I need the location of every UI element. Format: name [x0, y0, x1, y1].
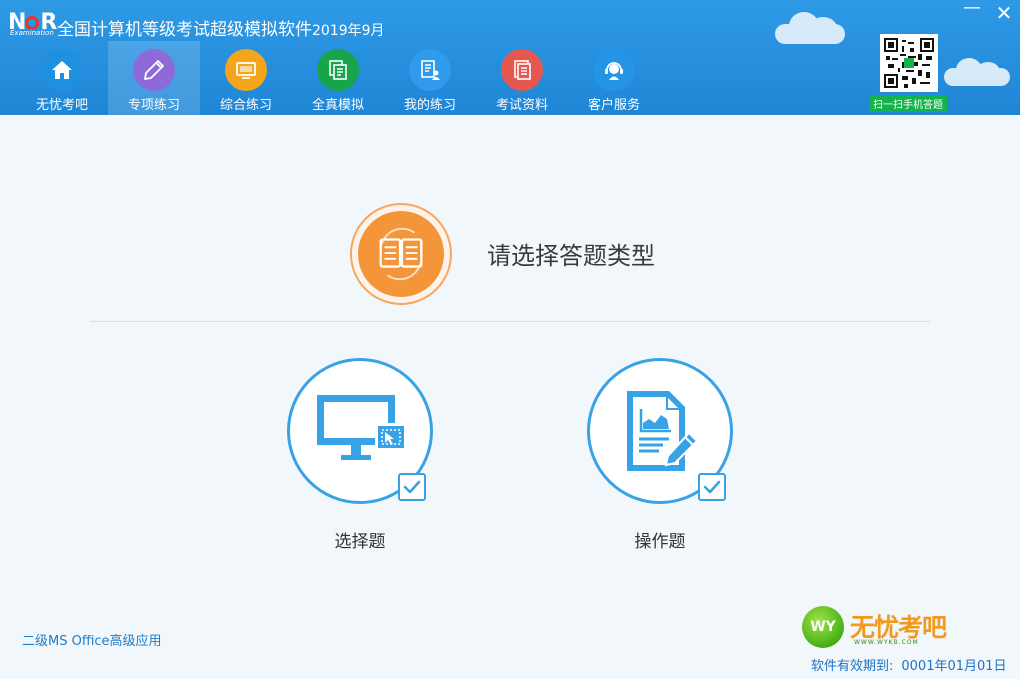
- headset-icon: [593, 49, 635, 91]
- nav-label: 客户服务: [587, 98, 640, 113]
- nav-label: 综合练习: [219, 98, 272, 113]
- nav-label: 专项练习: [127, 98, 180, 113]
- cloud-decoration: [775, 12, 845, 44]
- document-stack-icon: [317, 49, 359, 91]
- expiry-date: 0001年01月01日: [901, 659, 1007, 674]
- pencil-icon: [133, 49, 175, 91]
- documents-icon: [501, 49, 543, 91]
- answer-sheet-icon: [350, 203, 452, 305]
- nav-label: 无忧考吧: [35, 98, 88, 113]
- nav-item-my-practice[interactable]: 我的练习: [384, 41, 476, 115]
- cloud-decoration: [944, 58, 1010, 86]
- nav-label: 我的练习: [403, 98, 456, 113]
- checkbox-icon: [398, 473, 426, 501]
- monitor-icon: [225, 49, 267, 91]
- nav-item-comprehensive-practice[interactable]: 综合练习: [200, 41, 292, 115]
- brand-badge: WY: [802, 606, 844, 648]
- app-title: 全国计算机等级考试超级模拟软件2019年9月: [57, 15, 385, 40]
- operation-question-button[interactable]: [587, 358, 733, 504]
- checkbox-icon: [698, 473, 726, 501]
- nav-item-full-mock[interactable]: 全真模拟: [292, 41, 384, 115]
- home-icon: [41, 49, 83, 91]
- close-button[interactable]: ✕: [992, 3, 1016, 23]
- multiple-choice-label[interactable]: 选择题: [287, 527, 433, 552]
- app-logo: NR Examination: [8, 10, 57, 38]
- nav-item-home[interactable]: 无忧考吧: [16, 41, 108, 115]
- expiry-label: 软件有效期到:: [811, 659, 894, 674]
- logo-subtitle: Examination: [10, 29, 54, 37]
- user-file-icon: [409, 49, 451, 91]
- nav-item-exam-materials[interactable]: 考试资料: [476, 41, 568, 115]
- divider: [90, 321, 930, 322]
- brand-url: WWW.WYKB.COM: [854, 639, 919, 646]
- nav-item-customer-service[interactable]: 客户服务: [568, 41, 660, 115]
- page-prompt: 请选择答题类型: [487, 242, 655, 270]
- minimize-button[interactable]: —: [960, 0, 984, 23]
- nav-item-special-practice[interactable]: 专项练习: [108, 41, 200, 115]
- main-nav: 无忧考吧 专项练习 综合练习 全真模拟 我的练习 考试资料 客户服务: [16, 41, 660, 115]
- operation-question-label[interactable]: 操作题: [587, 527, 733, 552]
- title-bar: NR Examination 全国计算机等级考试超级模拟软件2019年9月 — …: [0, 0, 1020, 115]
- qr-label: 扫一扫手机答题: [869, 95, 947, 112]
- nav-label: 考试资料: [495, 98, 548, 113]
- expiry-info: 软件有效期到: 0001年01月01日: [811, 655, 1007, 674]
- nav-label: 全真模拟: [311, 98, 364, 113]
- subject-label: 二级MS Office高级应用: [22, 634, 162, 649]
- document-edit-icon: [627, 391, 699, 471]
- app-title-text: 全国计算机等级考试超级模拟软件: [57, 20, 312, 40]
- brand-logo: WY 无忧考吧 WWW.WYKB.COM: [802, 604, 972, 650]
- qr-code-icon: [880, 34, 938, 92]
- monitor-choice-icon: [317, 395, 407, 460]
- app-version: 2019年9月: [312, 23, 385, 39]
- multiple-choice-button[interactable]: [287, 358, 433, 504]
